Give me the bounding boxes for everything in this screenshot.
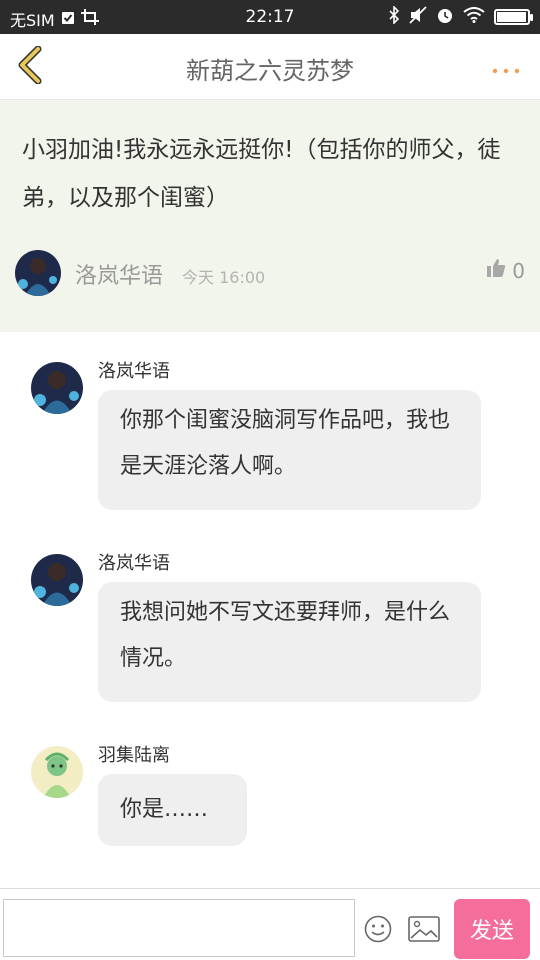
post-timestamp: 今天 16:00 <box>182 268 266 287</box>
page-title: 新葫之六灵苏梦 <box>186 57 354 85</box>
avatar[interactable] <box>15 250 61 296</box>
image-icon <box>408 916 440 946</box>
emoji-button[interactable] <box>364 915 392 943</box>
comment-author[interactable]: 洛岚华语 <box>98 357 170 383</box>
mute-icon <box>409 6 427 28</box>
status-bar: 无SIM 22:17 <box>0 0 540 34</box>
emoji-icon <box>364 915 392 947</box>
more-dots-icon <box>492 55 520 80</box>
send-button[interactable]: 发送 <box>454 899 530 959</box>
avatar[interactable] <box>31 554 83 606</box>
avatar[interactable] <box>31 746 83 798</box>
alarm-icon <box>436 6 454 28</box>
like-count: 0 <box>512 258 525 283</box>
message-bubble: 你是…… <box>98 774 247 846</box>
comment-author[interactable]: 洛岚华语 <box>98 549 170 575</box>
original-post: 小羽加油!我永远永远挺你!（包括你的师父，徒弟，以及那个闺蜜） 洛岚华语 今天 … <box>0 100 540 332</box>
message-input[interactable] <box>3 899 355 957</box>
bluetooth-icon <box>388 5 400 28</box>
message-bubble: 你那个闺蜜没脑洞写作品吧，我也是天涯沦落人啊。 <box>98 390 481 510</box>
avatar[interactable] <box>31 362 83 414</box>
post-author[interactable]: 洛岚华语 <box>75 258 163 290</box>
thumbs-up-icon <box>486 258 506 283</box>
image-button[interactable] <box>408 916 440 942</box>
nav-bar: 新葫之六灵苏梦 <box>0 34 540 100</box>
like-button[interactable]: 0 <box>486 258 525 283</box>
composer-bar: 发送 <box>0 888 540 960</box>
comment-author[interactable]: 羽集陆离 <box>98 741 170 767</box>
battery-icon <box>494 9 533 25</box>
message-bubble: 我想问她不写文还要拜师，是什么情况。 <box>98 582 481 702</box>
wifi-icon <box>463 7 485 27</box>
more-button[interactable] <box>486 52 526 82</box>
post-text: 小羽加油!我永远永远挺你!（包括你的师父，徒弟，以及那个闺蜜） <box>22 137 501 211</box>
